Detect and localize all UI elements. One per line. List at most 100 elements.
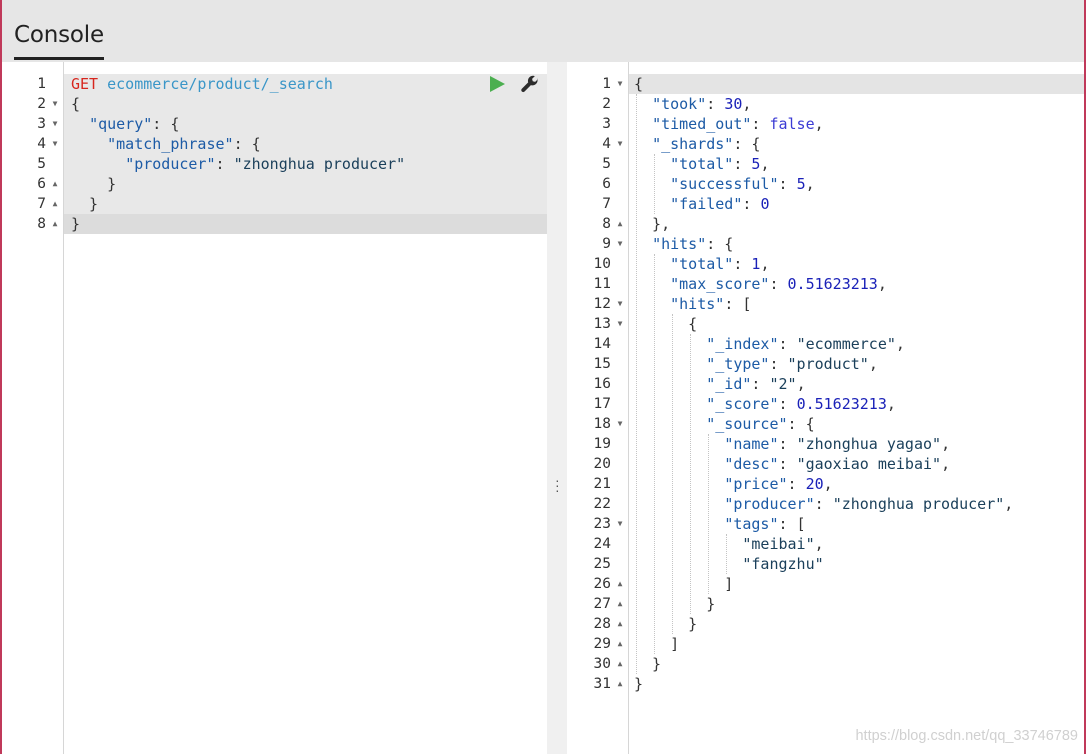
fold-arrow-down-icon[interactable]: ▼ [50,134,60,154]
token-punc: , [742,95,752,113]
token-str: "product" [787,355,869,373]
token-punc: : [733,155,752,173]
token-punc [634,515,724,533]
fold-arrow-up-icon[interactable]: ▲ [615,214,625,234]
token-punc: : [215,155,234,173]
token-punc: }, [634,215,671,233]
token-num: 5 [796,175,806,193]
token-punc: , [941,435,951,453]
line-number: 15 [593,356,611,372]
token-key: "hits" [652,235,707,253]
code-line: } [71,174,116,194]
token-punc [634,155,670,173]
token-punc: : [733,255,752,273]
code-line: "_source": { [634,414,815,434]
token-punc: : [769,275,788,293]
wrench-icon[interactable] [519,74,541,94]
fold-arrow-down-icon[interactable]: ▼ [615,414,625,434]
fold-arrow-up-icon[interactable]: ▲ [615,654,625,674]
token-punc: : { [706,235,734,253]
line-number: 29 [593,636,611,652]
fold-arrow-up-icon[interactable]: ▲ [615,614,625,634]
fold-arrow-down-icon[interactable]: ▼ [615,514,625,534]
fold-arrow-up-icon[interactable]: ▲ [615,674,625,694]
token-key: "_source" [706,415,788,433]
token-str: "zhonghua yagao" [796,435,942,453]
fold-arrow-up-icon[interactable]: ▲ [50,194,60,214]
line-number: 25 [593,556,611,572]
token-key: "_score" [706,395,779,413]
token-punc: : [778,335,797,353]
line-number: 13 [593,316,611,332]
code-line: } [634,614,697,634]
line-number: 14 [593,336,611,352]
token-str: "zhonghua producer" [233,155,406,173]
indent-guide [672,314,674,634]
panel-resize-handle[interactable]: · · · [547,62,567,754]
request-code[interactable]: GET ecommerce/product/_search{ "query": … [65,62,547,754]
token-punc: : { [733,135,761,153]
fold-arrow-up-icon[interactable]: ▲ [615,594,625,614]
code-line: { [71,94,80,114]
fold-arrow-up-icon[interactable]: ▲ [615,574,625,594]
response-viewer[interactable]: 1 ▼ 2 3 4 ▼ 5 6 7 8 ▲ 9 ▼ 10 11 12 ▼ 13 ▼ 14 15 16 17 18 ▼ 19 20 21… [567,62,1084,754]
token-key: "_type" [706,355,770,373]
fold-arrow-down-icon[interactable]: ▼ [615,134,625,154]
fold-arrow-down-icon[interactable]: ▼ [50,94,60,114]
fold-arrow-down-icon[interactable]: ▼ [50,114,60,134]
line-number: 1 [602,76,611,92]
fold-arrow-down-icon[interactable]: ▼ [615,234,625,254]
fold-arrow-down-icon[interactable]: ▼ [615,74,625,94]
token-punc: : [706,95,725,113]
fold-arrow-down-icon[interactable]: ▼ [615,314,625,334]
code-line: { [634,74,643,94]
response-code[interactable]: { "took": 30, "timed_out": false, "_shar… [630,62,1084,754]
line-number: 3 [602,116,611,132]
code-line: ] [634,634,679,654]
token-punc: : [ [724,295,752,313]
token-punc [634,295,670,313]
code-line: } [71,194,98,214]
fold-arrow-up-icon[interactable]: ▲ [615,634,625,654]
code-line: ] [634,574,733,594]
line-number: 11 [593,276,611,292]
token-punc: : [778,455,797,473]
fold-arrow-up-icon[interactable]: ▲ [50,174,60,194]
line-number: 6 [37,176,46,192]
token-punc [634,495,724,513]
line-number: 7 [602,196,611,212]
play-icon[interactable] [488,75,506,93]
tab-console[interactable]: Console [14,22,104,60]
request-editor[interactable]: 1 2 ▼ 3 ▼ 4 ▼ 5 6 ▲ 7 ▲ 8 ▲ GET ecommerce/product/_se… [2,62,547,754]
token-punc: : [778,175,797,193]
watermark: https://blog.csdn.net/qq_33746789 [855,728,1078,744]
token-str: "ecommerce" [796,335,896,353]
line-number: 4 [37,136,46,152]
fold-arrow-down-icon[interactable]: ▼ [615,294,625,314]
code-line: "meibai", [634,534,824,554]
fold-arrow-up-icon[interactable]: ▲ [50,214,60,234]
line-number: 17 [593,396,611,412]
code-line: { [634,314,697,334]
line-number: 21 [593,476,611,492]
token-key: "failed" [670,195,743,213]
token-punc: , [814,535,824,553]
code-line: "_score": 0.51623213, [634,394,896,414]
token-key: "price" [724,475,788,493]
token-punc: , [796,375,806,393]
code-line: "successful": 5, [634,174,815,194]
line-number: 27 [593,596,611,612]
code-line: "timed_out": false, [634,114,824,134]
line-number: 10 [593,256,611,272]
indent-guide [708,434,710,594]
token-punc: : { [787,415,815,433]
token-punc [634,275,670,293]
response-gutter: 1 ▼ 2 3 4 ▼ 5 6 7 8 ▲ 9 ▼ 10 11 12 ▼ 13 ▼ 14 15 16 17 18 ▼ 19 20 21… [567,62,629,754]
code-line: "price": 20, [634,474,832,494]
code-line: } [634,654,661,674]
token-str: "fangzhu" [742,555,824,573]
token-punc [634,255,670,273]
line-number: 28 [593,616,611,632]
indent-guide [654,254,656,654]
token-punc: } [634,655,662,673]
